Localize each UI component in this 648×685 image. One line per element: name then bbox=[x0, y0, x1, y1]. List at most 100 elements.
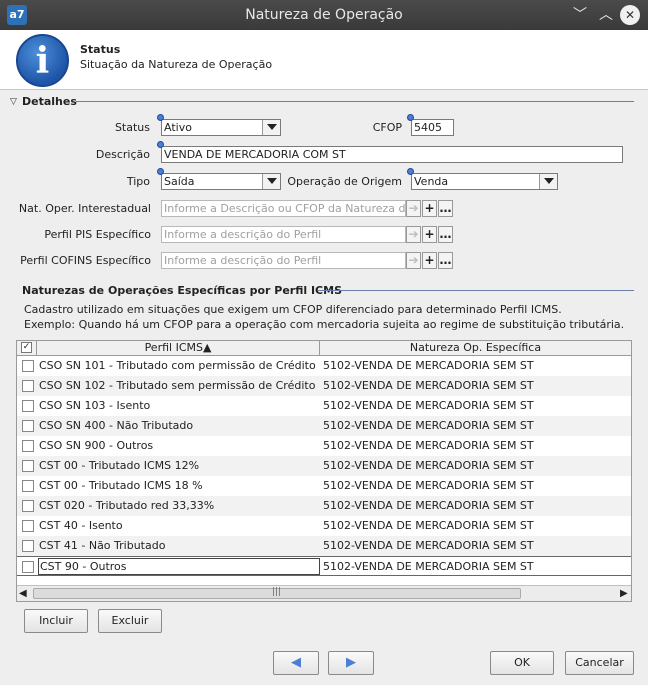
header-subtitle: Situação da Natureza de Operação bbox=[80, 58, 273, 71]
divider bbox=[318, 290, 634, 291]
select-all-checkbox[interactable]: ✓ bbox=[17, 341, 37, 356]
tipo-label: Tipo bbox=[126, 175, 150, 188]
op-origem-select[interactable]: Venda bbox=[411, 173, 558, 190]
table-row[interactable]: CST 020 - Tributado red 33,33% 5102-VENDA… bbox=[17, 496, 631, 516]
more-icon[interactable]: … bbox=[438, 252, 453, 269]
scroll-left-icon[interactable]: ◀ bbox=[19, 588, 27, 599]
descricao-input[interactable]: VENDA DE MERCADORIA COM ST bbox=[161, 146, 623, 163]
perfil-cell: CST 41 - Não Tributado bbox=[39, 539, 166, 552]
previous-icon[interactable]: ◀ bbox=[273, 651, 319, 675]
status-select[interactable]: Ativo bbox=[161, 119, 281, 136]
op-origem-label: Operação de Origem bbox=[287, 175, 402, 188]
row-checkbox[interactable] bbox=[22, 440, 34, 452]
descricao-label: Descrição bbox=[95, 148, 150, 161]
pis-input[interactable]: Informe a descrição do Perfil bbox=[161, 226, 406, 243]
next-icon[interactable]: ▶ bbox=[328, 651, 374, 675]
perfil-cell: CST 90 - Outros bbox=[38, 558, 320, 575]
row-checkbox[interactable] bbox=[22, 460, 34, 472]
minimize-icon[interactable]: ﹀ bbox=[570, 5, 590, 25]
natureza-cell: 5102-VENDA DE MERCADORIA SEM ST bbox=[323, 439, 534, 452]
row-checkbox[interactable] bbox=[22, 360, 34, 372]
natureza-cell: 5102-VENDA DE MERCADORIA SEM ST bbox=[323, 419, 534, 432]
table-row[interactable]: CSO SN 101 - Tributado com permissão de … bbox=[17, 356, 631, 376]
natureza-cell: 5102-VENDA DE MERCADORIA SEM ST bbox=[323, 519, 534, 532]
status-label: Status bbox=[114, 121, 150, 134]
collapse-chevron-icon[interactable]: ▽ bbox=[10, 97, 17, 107]
row-checkbox[interactable] bbox=[22, 540, 34, 552]
add-icon[interactable]: + bbox=[422, 226, 437, 243]
perfil-cell: CSO SN 900 - Outros bbox=[39, 439, 154, 452]
arrow-right-icon[interactable]: ➔ bbox=[406, 200, 421, 217]
perfil-table[interactable]: ✓ Perfil ICMS▲ Natureza Op. Específica C… bbox=[16, 340, 632, 602]
info-icon: i bbox=[16, 34, 69, 87]
table-row[interactable]: CSO SN 102 - Tributado sem permissão de … bbox=[17, 376, 631, 396]
row-checkbox[interactable] bbox=[22, 520, 34, 532]
perfil-cell: CST 40 - Isento bbox=[39, 519, 123, 532]
nat-inter-input[interactable]: Informe a Descrição ou CFOP da Natureza … bbox=[161, 200, 406, 217]
natureza-cell: 5102-VENDA DE MERCADORIA SEM ST bbox=[323, 479, 534, 492]
tipo-select[interactable]: Saída bbox=[161, 173, 281, 190]
more-icon[interactable]: … bbox=[438, 226, 453, 243]
table-row[interactable]: CSO SN 900 - Outros 5102-VENDA DE MERCADO… bbox=[17, 436, 631, 456]
section-especificas: Naturezas de Operações Específicas por P… bbox=[22, 284, 342, 297]
perfil-cell: CSO SN 101 - Tributado com permissão de … bbox=[39, 359, 316, 372]
perfil-cell: CST 020 - Tributado red 33,33% bbox=[39, 499, 215, 512]
perfil-cell: CST 00 - Tributado ICMS 12% bbox=[39, 459, 200, 472]
table-row[interactable]: CST 40 - Isento 5102-VENDA DE MERCADORIA … bbox=[17, 516, 631, 536]
required-icon bbox=[407, 114, 414, 121]
natureza-cell: 5102-VENDA DE MERCADORIA SEM ST bbox=[323, 560, 534, 573]
required-icon bbox=[157, 141, 164, 148]
column-header-perfil[interactable]: Perfil ICMS▲ bbox=[37, 341, 320, 356]
add-icon[interactable]: + bbox=[422, 200, 437, 217]
scroll-right-icon[interactable]: ▶ bbox=[620, 588, 628, 599]
section-detalhes: Detalhes bbox=[22, 95, 77, 108]
natureza-cell: 5102-VENDA DE MERCADORIA SEM ST bbox=[323, 499, 534, 512]
required-icon bbox=[157, 114, 164, 121]
row-checkbox[interactable] bbox=[22, 400, 34, 412]
row-checkbox[interactable] bbox=[22, 561, 34, 573]
row-checkbox[interactable] bbox=[22, 500, 34, 512]
row-checkbox[interactable] bbox=[22, 480, 34, 492]
perfil-cell: CSO SN 103 - Isento bbox=[39, 399, 151, 412]
cfop-input[interactable]: 5405 bbox=[411, 119, 454, 136]
divider bbox=[76, 101, 634, 102]
arrow-right-icon[interactable]: ➔ bbox=[406, 226, 421, 243]
maximize-icon[interactable]: ︿ bbox=[596, 5, 616, 25]
add-icon[interactable]: + bbox=[422, 252, 437, 269]
description-line: Exemplo: Quando há um CFOP para a operaç… bbox=[24, 318, 625, 331]
required-icon bbox=[407, 168, 414, 175]
cofins-input[interactable]: Informe a descrição do Perfil bbox=[161, 252, 406, 269]
excluir-button[interactable]: Excluir bbox=[98, 609, 162, 633]
natureza-cell: 5102-VENDA DE MERCADORIA SEM ST bbox=[323, 359, 534, 372]
horizontal-scrollbar[interactable]: ◀ ||| ▶ bbox=[17, 585, 631, 601]
natureza-cell: 5102-VENDA DE MERCADORIA SEM ST bbox=[323, 459, 534, 472]
arrow-right-icon[interactable]: ➔ bbox=[406, 252, 421, 269]
perfil-cell: CSO SN 400 - Não Tributado bbox=[39, 419, 194, 432]
cfop-label: CFOP bbox=[372, 121, 402, 134]
row-checkbox[interactable] bbox=[22, 420, 34, 432]
table-row[interactable]: CST 41 - Não Tributado 5102-VENDA DE MERC… bbox=[17, 536, 631, 556]
window-title: Natureza de Operação bbox=[245, 7, 403, 23]
header-title: Status bbox=[80, 43, 121, 56]
table-row[interactable]: CST 90 - Outros 5102-VENDA DE MERCADORIA … bbox=[17, 556, 631, 576]
table-row[interactable]: CSO SN 400 - Não Tributado 5102-VENDA DE … bbox=[17, 416, 631, 436]
pis-label: Perfil PIS Específico bbox=[44, 228, 151, 241]
table-row[interactable]: CST 00 - Tributado ICMS 18 % 5102-VENDA D… bbox=[17, 476, 631, 496]
cancel-button[interactable]: Cancelar bbox=[565, 651, 634, 675]
perfil-cell: CSO SN 102 - Tributado sem permissão de … bbox=[39, 379, 316, 392]
natureza-cell: 5102-VENDA DE MERCADORIA SEM ST bbox=[323, 379, 534, 392]
table-row[interactable]: CST 00 - Tributado ICMS 12% 5102-VENDA DE… bbox=[17, 456, 631, 476]
natureza-cell: 5102-VENDA DE MERCADORIA SEM ST bbox=[323, 399, 534, 412]
natureza-cell: 5102-VENDA DE MERCADORIA SEM ST bbox=[323, 539, 534, 552]
scroll-thumb[interactable]: ||| bbox=[33, 587, 521, 599]
description-line: Cadastro utilizado em situações que exig… bbox=[24, 303, 562, 316]
perfil-cell: CST 00 - Tributado ICMS 18 % bbox=[39, 479, 203, 492]
column-header-natureza[interactable]: Natureza Op. Específica bbox=[320, 341, 631, 356]
required-icon bbox=[157, 168, 164, 175]
table-row[interactable]: CSO SN 103 - Isento 5102-VENDA DE MERCADO… bbox=[17, 396, 631, 416]
row-checkbox[interactable] bbox=[22, 380, 34, 392]
incluir-button[interactable]: Incluir bbox=[24, 609, 88, 633]
more-icon[interactable]: … bbox=[438, 200, 453, 217]
close-icon[interactable]: ✕ bbox=[620, 5, 640, 25]
ok-button[interactable]: OK bbox=[490, 651, 554, 675]
